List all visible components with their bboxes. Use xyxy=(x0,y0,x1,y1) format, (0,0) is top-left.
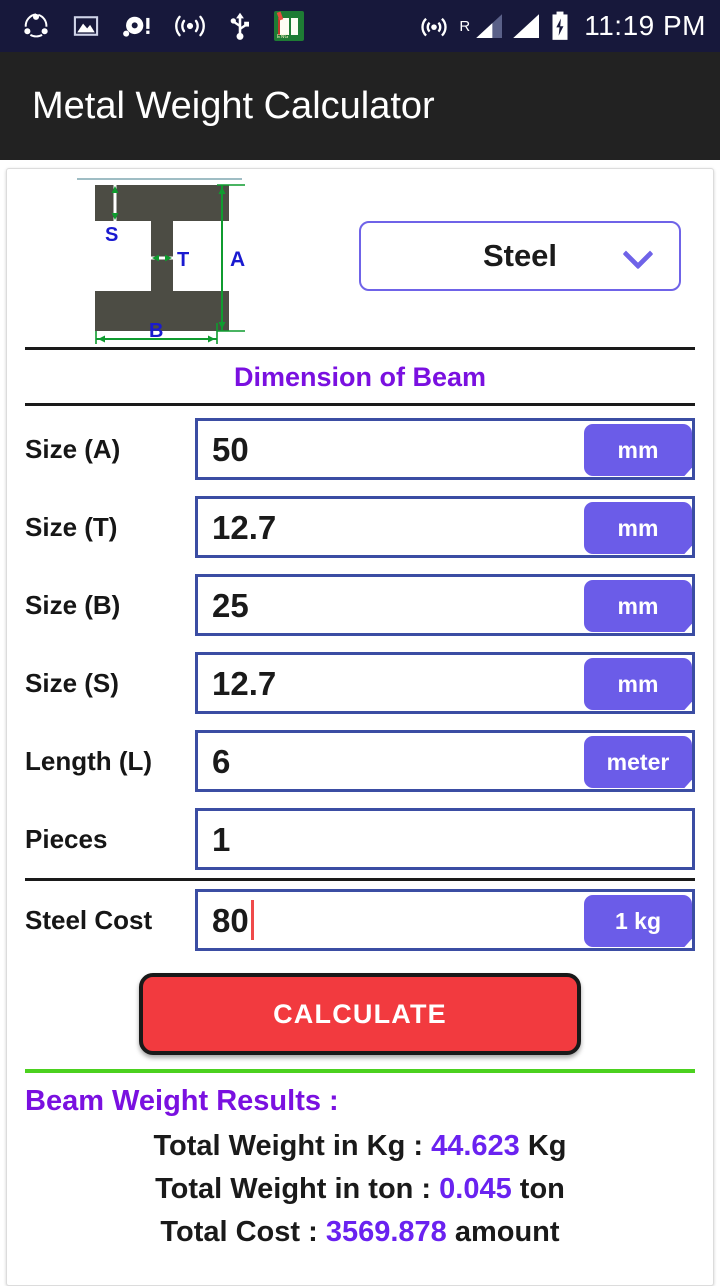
svg-text:T: T xyxy=(177,249,189,271)
status-bar-left-icons: ENG xyxy=(22,11,420,41)
material-dropdown-value: Steel xyxy=(482,238,558,273)
status-bar: ENG R 11:19 PM xyxy=(0,0,720,52)
material-dropdown-wrap: Steel xyxy=(327,171,713,291)
input-value: 6 xyxy=(212,742,231,780)
dictionary-book-icon: ENG xyxy=(274,11,304,41)
input-value: 25 xyxy=(212,586,249,624)
calculate-button-wrap: CALCULATE xyxy=(7,959,713,1069)
book-icon-caption: ENG xyxy=(277,34,289,40)
unit-button[interactable]: 1 kg xyxy=(584,895,692,947)
input-field[interactable]: 50 mm xyxy=(195,418,695,480)
result-unit: ton xyxy=(511,1173,565,1205)
svg-text:A: A xyxy=(230,248,245,271)
signal-bars-roaming-icon xyxy=(476,14,503,38)
input-label: Length (L) xyxy=(25,745,153,776)
input-label: Size (B) xyxy=(25,589,121,620)
unit-button[interactable]: mm xyxy=(584,424,692,476)
input-value: 12.7 xyxy=(212,508,277,546)
unit-button[interactable]: mm xyxy=(584,502,692,554)
input-value: 80 xyxy=(212,901,249,939)
svg-text:S: S xyxy=(105,224,118,246)
result-line: Total Cost : 3569.878 amount xyxy=(25,1210,695,1253)
calculate-button[interactable]: CALCULATE xyxy=(139,973,581,1055)
input-field[interactable]: 12.7 mm xyxy=(195,496,695,558)
unit-button[interactable]: meter xyxy=(584,736,692,788)
results-section: Beam Weight Results : Total Weight in Kg… xyxy=(7,1073,713,1253)
result-value: 3569.878 xyxy=(325,1216,447,1248)
input-row: Steel Cost 80 1 kg xyxy=(7,881,713,959)
result-value: 44.623 xyxy=(431,1130,520,1162)
input-rows: Size (A) 50 mm Size (T) 12.7 mm Size (B) 25 mm Si… xyxy=(7,406,713,959)
alarm-alert-icon xyxy=(123,16,150,37)
hotspot-icon xyxy=(421,17,447,37)
result-line: Total Weight in Kg : 44.623 Kg xyxy=(25,1124,695,1167)
input-value: 50 xyxy=(212,430,249,468)
status-bar-clock: 11:19 PM xyxy=(584,10,706,41)
input-label: Size (A) xyxy=(25,433,121,464)
status-bar-right-icons: R 11:19 PM xyxy=(420,10,706,42)
usb-icon xyxy=(230,12,249,40)
result-label: Total Weight in ton : xyxy=(155,1173,440,1205)
result-value: 0.045 xyxy=(439,1173,512,1205)
roaming-indicator: R xyxy=(459,18,471,35)
signal-bars-icon xyxy=(513,14,540,38)
section-heading: Dimension of Beam xyxy=(233,362,487,392)
beam-diagram: A B S T xyxy=(7,171,327,345)
input-label: Pieces xyxy=(25,823,108,854)
results-title: Beam Weight Results : xyxy=(25,1085,339,1117)
input-label: Size (T) xyxy=(25,511,118,542)
input-field[interactable]: 1 xyxy=(195,808,695,870)
result-unit: amount xyxy=(446,1216,560,1248)
input-field[interactable]: 12.7 mm xyxy=(195,652,695,714)
gallery-image-icon xyxy=(73,16,99,36)
svg-text:B: B xyxy=(149,320,163,342)
result-label: Total Cost : xyxy=(160,1216,326,1248)
input-row: Length (L) 6 meter xyxy=(7,722,713,800)
unit-button[interactable]: mm xyxy=(584,580,692,632)
result-line: Total Weight in ton : 0.045 ton xyxy=(25,1167,695,1210)
input-row: Size (A) 50 mm xyxy=(7,410,713,488)
text-cursor xyxy=(250,900,254,940)
input-row: Size (S) 12.7 mm xyxy=(7,644,713,722)
results-lines: Total Weight in Kg : 44.623 Kg Total Weig… xyxy=(25,1124,695,1253)
top-section: A B S T Steel xyxy=(7,169,713,347)
page-title: Metal Weight Calculator xyxy=(32,84,435,127)
input-row: Size (B) 25 mm xyxy=(7,566,713,644)
calculator-card: A B S T Steel Dimension of Beam Size (A)… xyxy=(6,168,714,1286)
input-label: Steel Cost xyxy=(25,904,153,935)
input-row: Size (T) 12.7 mm xyxy=(7,488,713,566)
input-row: Pieces 1 xyxy=(7,800,713,878)
app-bar: Metal Weight Calculator xyxy=(0,52,720,160)
input-field[interactable]: 80 1 kg xyxy=(195,889,695,951)
input-value: 1 xyxy=(212,820,231,858)
material-dropdown[interactable]: Steel xyxy=(359,221,681,291)
input-field[interactable]: 25 mm xyxy=(195,574,695,636)
result-unit: Kg xyxy=(519,1130,567,1162)
input-field[interactable]: 6 meter xyxy=(195,730,695,792)
unit-button[interactable]: mm xyxy=(584,658,692,710)
battery-charging-icon xyxy=(552,11,568,40)
input-value: 12.7 xyxy=(212,664,277,702)
share-icon xyxy=(24,13,48,38)
chevron-down-icon xyxy=(622,238,654,270)
result-label: Total Weight in Kg : xyxy=(153,1130,432,1162)
wifi-broadcast-icon xyxy=(175,15,205,37)
input-label: Size (S) xyxy=(25,667,119,698)
